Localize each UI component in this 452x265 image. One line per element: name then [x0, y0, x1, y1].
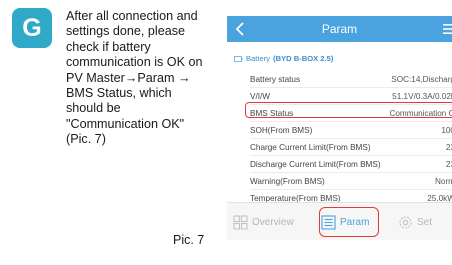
row-divider [250, 189, 452, 190]
param-value: 23 [445, 160, 452, 169]
row-divider [250, 87, 452, 88]
param-label: SOH(From BMS) [250, 126, 313, 135]
nav-set[interactable]: Set [398, 211, 432, 233]
param-label: Charge Current Limit(From BMS) [250, 143, 371, 152]
param-value: Norm [434, 177, 452, 186]
manual-page: G After all connection and settings done… [0, 0, 452, 265]
battery-section-title: Battery (BYD B-BOX 2.5) [234, 54, 333, 63]
row-divider [250, 121, 452, 122]
nav-set-label: Set [417, 216, 433, 228]
param-row-charge-current-limit: Charge Current Limit(From BMS) 23 [250, 140, 452, 155]
grid-icon [233, 214, 248, 230]
app-header: Param [227, 16, 452, 42]
row-divider [250, 155, 452, 156]
param-label: Battery status [250, 75, 301, 84]
header-title: Param [321, 22, 358, 36]
instruction-text: After all connection and settings done, … [66, 9, 203, 147]
param-value: SOC:14,Discharg [391, 75, 452, 84]
nav-overview[interactable]: Overview [233, 211, 294, 233]
bms-status-highlight [245, 102, 452, 118]
battery-icon [234, 55, 243, 62]
param-label: V/I/W [250, 92, 271, 101]
param-row-discharge-current-limit: Discharge Current Limit(From BMS) 23 [250, 157, 452, 172]
battery-param-panel: Battery (BYD B-BOX 2.5) Battery status S… [227, 42, 452, 203]
battery-section-label: Battery [246, 54, 271, 63]
param-row-battery-status: Battery status SOC:14,Discharg [250, 72, 452, 87]
param-value: 51.1V/0.3A/0.02k [392, 92, 452, 101]
param-label: Warning(From BMS) [250, 177, 325, 186]
battery-model-label: (BYD B-BOX 2.5) [273, 54, 334, 63]
app-screenshot: Param Battery (BYD B-BOX 2.5) Battery st… [227, 16, 452, 240]
bottom-nav: Overview Param Set [227, 202, 452, 240]
param-row-warning: Warning(From BMS) Norm [250, 174, 452, 189]
picture-caption: Pic. 7 [173, 233, 205, 247]
row-divider [250, 172, 452, 173]
param-value: 100 [441, 126, 452, 135]
param-value: 23 [445, 143, 452, 152]
row-divider [250, 138, 452, 139]
nav-overview-label: Overview [252, 216, 294, 228]
param-tab-highlight [319, 207, 379, 237]
gear-icon [399, 215, 412, 229]
menu-icon[interactable] [443, 23, 452, 35]
param-row-soh: SOH(From BMS) 100 [250, 123, 452, 138]
step-letter: G [22, 13, 42, 42]
back-arrow-icon[interactable] [235, 21, 245, 37]
param-label: Discharge Current Limit(From BMS) [250, 160, 381, 169]
step-badge: G [12, 8, 52, 48]
